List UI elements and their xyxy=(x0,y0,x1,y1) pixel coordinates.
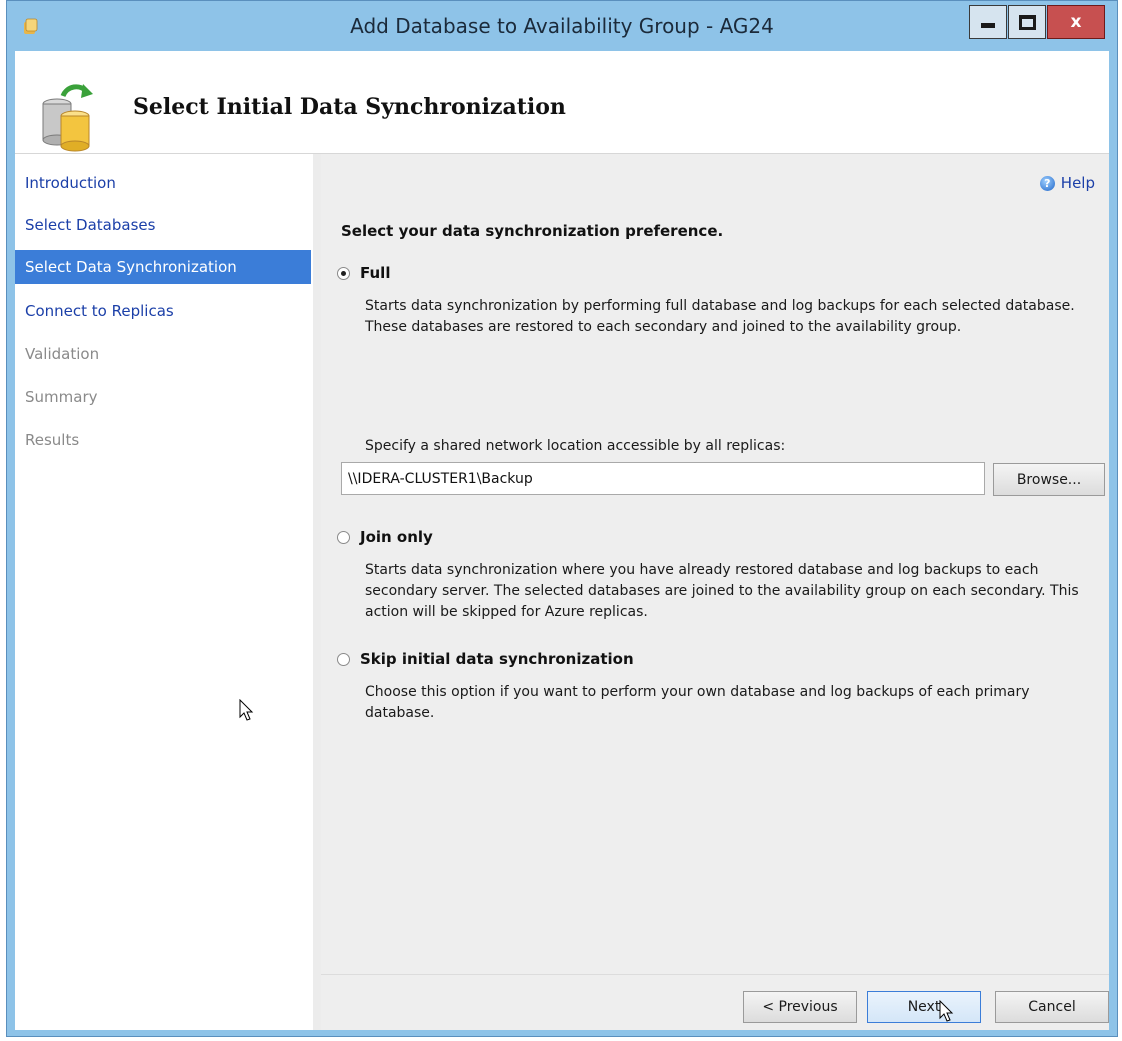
join-only-radio[interactable] xyxy=(337,530,350,544)
option-skip-initial-sync[interactable]: Skip initial data synchronization xyxy=(337,650,634,668)
wizard-client-area: Select Initial Data Synchronization Intr… xyxy=(15,51,1109,1030)
join-only-description: Starts data synchronization where you ha… xyxy=(365,562,1079,620)
minimize-icon xyxy=(981,22,995,28)
sidebar-item-select-data-synchronization[interactable]: Select Data Synchronization xyxy=(15,250,311,284)
sidebar-item-validation: Validation xyxy=(25,345,100,363)
sidebar-item-introduction[interactable]: Introduction xyxy=(15,166,311,200)
maximize-button[interactable] xyxy=(1008,5,1046,39)
skip-sync-description: Choose this option if you want to perfor… xyxy=(365,684,1030,721)
network-location-label: Specify a shared network location access… xyxy=(365,438,786,454)
footer-separator xyxy=(321,974,1109,975)
full-description: Starts data synchronization by performin… xyxy=(365,298,1075,335)
maximize-icon xyxy=(1018,14,1036,30)
mouse-pointer-icon xyxy=(939,1000,954,1022)
option-full[interactable]: Full xyxy=(337,264,390,282)
full-label[interactable]: Full xyxy=(360,264,390,282)
radio-selected-dot xyxy=(341,270,346,276)
sync-preference-prompt: Select your data synchronization prefere… xyxy=(341,222,724,240)
network-location-input[interactable] xyxy=(341,462,985,495)
cancel-button[interactable]: Cancel xyxy=(995,991,1109,1023)
page-title: Select Initial Data Synchronization xyxy=(133,94,566,120)
window-title: Add Database to Availability Group - AG2… xyxy=(350,14,774,38)
help-link[interactable]: ? Help xyxy=(1039,174,1095,192)
sidebar-item-connect-to-replicas[interactable]: Connect to Replicas xyxy=(15,294,311,328)
close-button[interactable]: x xyxy=(1047,5,1105,39)
sidebar-divider xyxy=(313,154,321,1030)
help-icon: ? xyxy=(1039,175,1055,191)
help-label: Help xyxy=(1060,174,1095,192)
minimize-button[interactable] xyxy=(969,5,1007,39)
sidebar-item-results: Results xyxy=(25,431,80,449)
close-icon: x xyxy=(1070,12,1082,32)
skip-sync-label[interactable]: Skip initial data synchronization xyxy=(360,650,634,668)
join-only-label[interactable]: Join only xyxy=(360,528,433,546)
sidebar-item-select-databases[interactable]: Select Databases xyxy=(15,208,311,242)
full-radio[interactable] xyxy=(337,266,350,280)
wizard-steps-sidebar: Introduction Select Databases Select Dat… xyxy=(15,154,313,1030)
title-bar[interactable]: Add Database to Availability Group - AG2… xyxy=(7,1,1117,51)
wizard-header: Select Initial Data Synchronization xyxy=(15,51,1109,154)
sidebar-item-summary: Summary xyxy=(25,388,98,406)
previous-button[interactable]: < Previous xyxy=(743,991,857,1023)
next-button[interactable]: Next xyxy=(867,991,981,1023)
browse-button[interactable]: Browse... xyxy=(993,463,1105,496)
mouse-pointer-icon xyxy=(239,699,254,721)
option-join-only[interactable]: Join only xyxy=(337,528,433,546)
skip-sync-radio[interactable] xyxy=(337,652,350,666)
wizard-window: Add Database to Availability Group - AG2… xyxy=(6,0,1118,1037)
next-label: Next xyxy=(907,999,941,1015)
wizard-content: ? Help Select your data synchronization … xyxy=(321,154,1109,1030)
database-sync-icon xyxy=(42,84,93,152)
